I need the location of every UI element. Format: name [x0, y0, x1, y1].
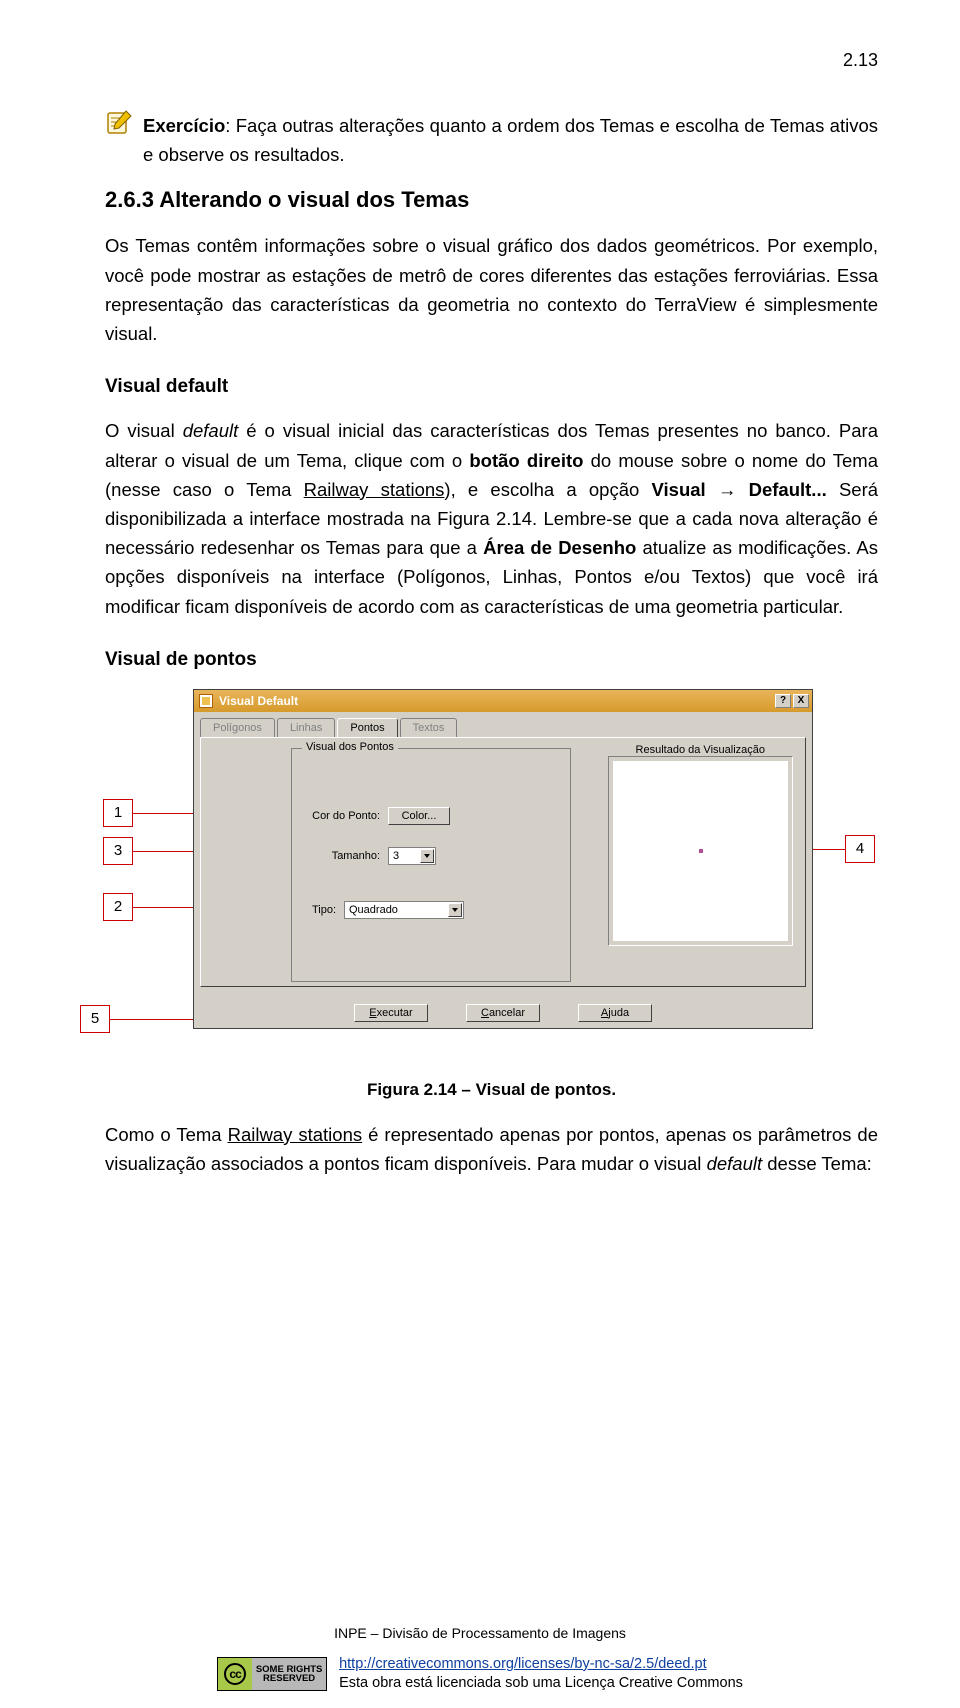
cc-badge-icon: SOME RIGHTS RESERVED: [217, 1657, 327, 1691]
exercise-text: Exercício: Faça outras alterações quanto…: [143, 111, 878, 169]
preview-label: Resultado da Visualização: [636, 744, 765, 756]
callout-4: 4: [845, 835, 875, 863]
app-icon: [199, 694, 213, 708]
page-footer: INPE – Divisão de Processamento de Image…: [0, 1625, 960, 1694]
subsection-heading: Visual default: [105, 376, 878, 398]
dialog-figure: 1 3 2 5 4 Visual Default ? X Polígo: [105, 689, 875, 1054]
callout-2: 2: [103, 893, 133, 921]
help-button[interactable]: ?: [775, 694, 791, 708]
tab-textos[interactable]: Textos: [400, 718, 458, 737]
section-heading: 2.6.3 Alterando o visual dos Temas: [105, 187, 878, 213]
color-button[interactable]: Color...: [388, 807, 450, 825]
visual-dos-pontos-group: Visual dos Pontos Cor do Ponto: Color...…: [291, 748, 571, 982]
paragraph: Como o Tema Railway stations é represent…: [105, 1120, 878, 1178]
group-legend: Visual dos Pontos: [302, 741, 398, 753]
tabs: Polígonos Linhas Pontos Textos: [194, 712, 812, 737]
size-label: Tamanho:: [302, 850, 380, 862]
size-dropdown[interactable]: 3: [388, 847, 436, 865]
paragraph: O visual default é o visual inicial das …: [105, 416, 878, 621]
type-dropdown[interactable]: Quadrado: [344, 901, 464, 919]
executar-button[interactable]: Executar: [354, 1004, 428, 1022]
footer-org: INPE – Divisão de Processamento de Image…: [0, 1625, 960, 1641]
callout-3: 3: [103, 837, 133, 865]
dialog-titlebar: Visual Default ? X: [194, 690, 812, 712]
subsection-heading: Visual de pontos: [105, 649, 878, 671]
paragraph: Os Temas contêm informações sobre o visu…: [105, 231, 878, 348]
dialog-title: Visual Default: [219, 694, 298, 708]
tab-poligonos[interactable]: Polígonos: [200, 718, 275, 737]
color-label: Cor do Ponto:: [302, 810, 380, 822]
cancelar-button[interactable]: Cancelar: [466, 1004, 540, 1022]
chevron-down-icon: [420, 849, 434, 863]
ajuda-button[interactable]: Ajuda: [578, 1004, 652, 1022]
page-number: 2.13: [105, 50, 878, 71]
preview-point-icon: [699, 849, 703, 853]
type-label: Tipo:: [302, 904, 336, 916]
cc-license-text: http://creativecommons.org/licenses/by-n…: [339, 1655, 743, 1694]
tab-pontos[interactable]: Pontos: [337, 718, 397, 737]
tab-linhas[interactable]: Linhas: [277, 718, 335, 737]
figure-caption: Figura 2.14 – Visual de pontos.: [105, 1080, 878, 1100]
callout-5: 5: [80, 1005, 110, 1033]
callout-1: 1: [103, 799, 133, 827]
chevron-down-icon: [448, 903, 462, 917]
close-button[interactable]: X: [793, 694, 809, 708]
exercise-icon: [105, 109, 133, 137]
visual-default-dialog: Visual Default ? X Polígonos Linhas Pont…: [193, 689, 813, 1029]
preview-box: [608, 756, 793, 946]
